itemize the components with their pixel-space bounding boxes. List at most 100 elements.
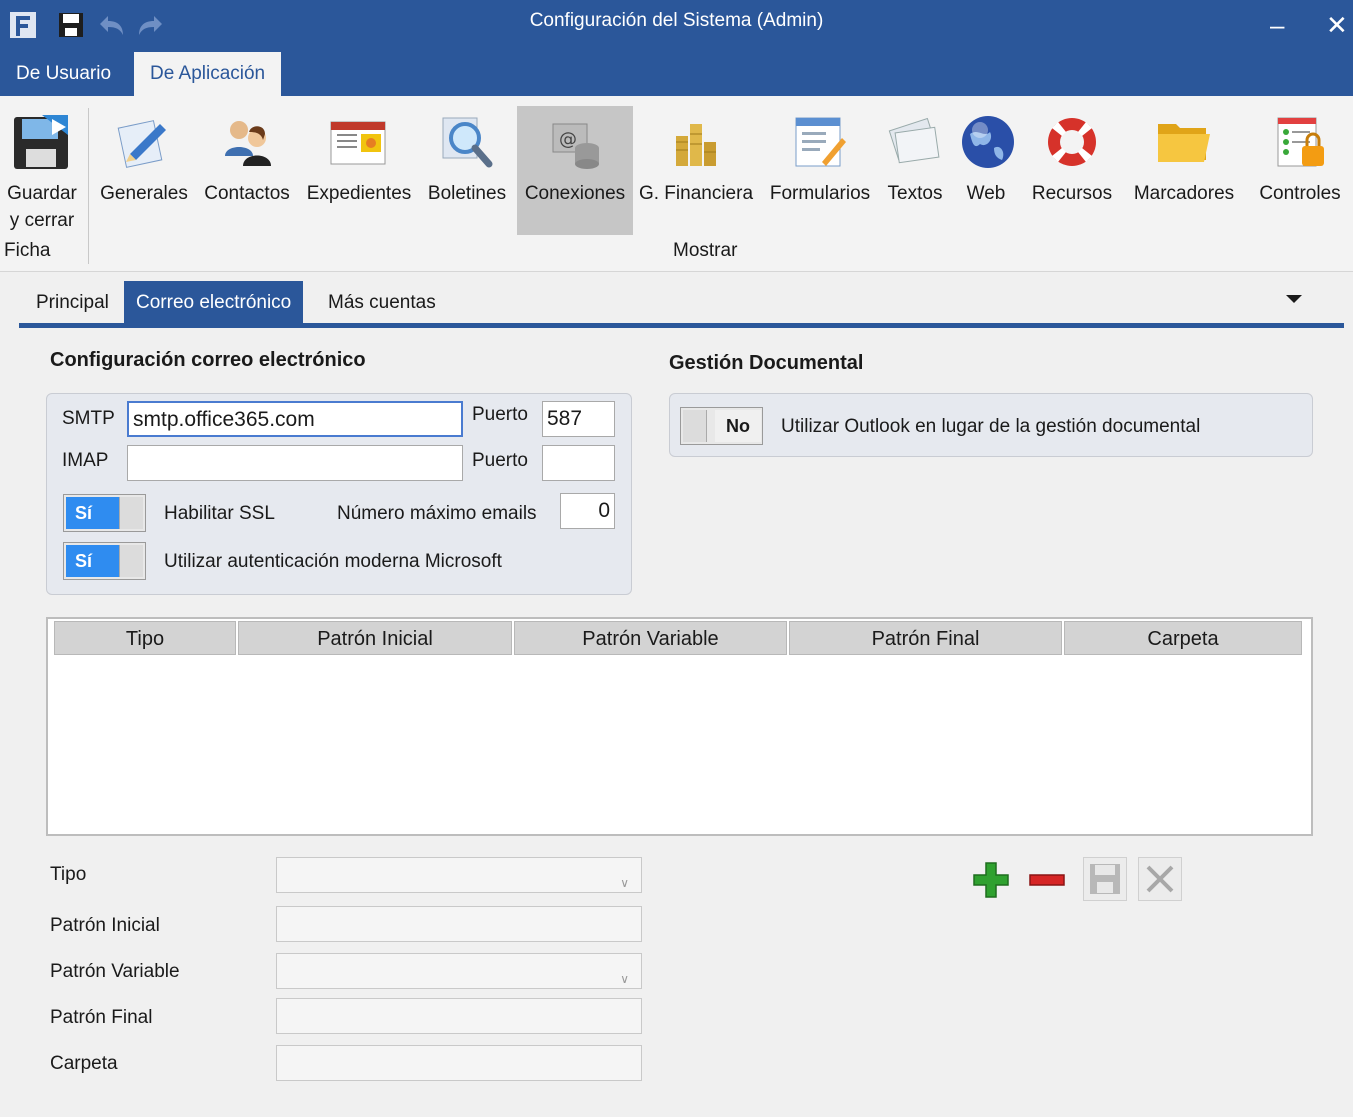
checklist-lock-icon xyxy=(1270,112,1330,172)
group-label-mostrar: Mostrar xyxy=(673,240,738,261)
ribbon-button-web[interactable]: Web xyxy=(958,106,1014,234)
imap-input[interactable] xyxy=(127,445,463,481)
smtp-label: SMTP xyxy=(62,408,115,429)
ribbon-button-contactos[interactable]: Contactos xyxy=(198,106,296,234)
patron-final-label: Patrón Final xyxy=(50,1007,153,1028)
ribbon-label-generales: Generales xyxy=(100,183,188,204)
ribbon-label-textos: Textos xyxy=(887,183,943,204)
ribbon-label-conexiones: Conexiones xyxy=(524,183,626,204)
magnifier-icon xyxy=(437,112,497,172)
patron-inicial-input[interactable] xyxy=(276,906,642,942)
close-button[interactable]: ✕ xyxy=(1326,10,1348,41)
window-title: Configuración del Sistema (Admin) xyxy=(529,10,824,31)
ssl-toggle-value: Sí xyxy=(66,497,120,529)
column-header-carpeta[interactable]: Carpeta xyxy=(1064,621,1302,655)
tab-principal[interactable]: Principal xyxy=(24,281,121,323)
imap-label: IMAP xyxy=(62,450,109,471)
mail-database-icon: @ xyxy=(545,112,605,172)
outlook-label: Utilizar Outlook en lugar de la gestión … xyxy=(781,416,1201,437)
patron-final-input[interactable] xyxy=(276,998,642,1034)
save-close-label-1: Guardar xyxy=(7,183,77,204)
minimize-button[interactable]: – xyxy=(1270,10,1284,41)
ribbon-separator xyxy=(88,108,89,264)
ribbon-button-controles[interactable]: Controles xyxy=(1253,106,1347,234)
tipo-label: Tipo xyxy=(50,864,87,885)
tabs-dropdown-icon[interactable] xyxy=(1286,295,1302,303)
outlook-toggle[interactable]: No xyxy=(680,407,763,445)
plus-icon xyxy=(973,862,1009,898)
document-icon xyxy=(329,112,389,172)
docs-panel: No Utilizar Outlook en lugar de la gesti… xyxy=(669,393,1313,457)
smtp-input[interactable]: smtp.office365.com xyxy=(127,401,463,437)
modern-auth-toggle-value: Sí xyxy=(66,545,120,577)
chevron-down-icon: ∨ xyxy=(620,972,629,986)
ribbon-button-formularios[interactable]: Formularios xyxy=(764,106,876,234)
imap-port-label: Puerto xyxy=(472,450,528,471)
page-tabs: Principal Correo electrónico Más cuentas xyxy=(19,281,1344,328)
column-header-patron-variable[interactable]: Patrón Variable xyxy=(514,621,787,655)
add-button[interactable] xyxy=(969,858,1013,902)
folder-icon xyxy=(1154,112,1214,172)
ribbon-button-marcadores[interactable]: Marcadores xyxy=(1128,106,1240,234)
max-emails-input[interactable]: 0 xyxy=(560,493,615,529)
modern-auth-toggle[interactable]: Sí xyxy=(63,542,146,580)
title-bar: Configuración del Sistema (Admin) – ✕ xyxy=(0,0,1353,52)
patron-inicial-label: Patrón Inicial xyxy=(50,915,160,936)
ribbon-label-web: Web xyxy=(966,183,1006,204)
ssl-toggle-knob xyxy=(119,497,143,529)
ribbon-label-recursos: Recursos xyxy=(1031,183,1113,204)
modern-auth-toggle-knob xyxy=(119,545,143,577)
ribbon-button-g-financiera[interactable]: G. Financiera xyxy=(636,106,756,234)
form-edit-icon xyxy=(790,112,850,172)
column-header-tipo[interactable]: Tipo xyxy=(54,621,236,655)
ribbon-label-expedientes: Expedientes xyxy=(306,183,412,204)
tab-de-aplicacion[interactable]: De Aplicación xyxy=(134,52,282,96)
tipo-select[interactable]: ∨ xyxy=(276,857,642,893)
chevron-down-icon: ∨ xyxy=(620,876,629,890)
smtp-port-label: Puerto xyxy=(472,404,528,425)
ribbon-button-textos[interactable]: Textos xyxy=(882,106,948,234)
outlook-toggle-knob xyxy=(683,410,707,442)
pencil-sheet-icon xyxy=(114,112,174,172)
content-area: Configuración correo electrónico Gestión… xyxy=(19,328,1344,1117)
ribbon-button-boletines[interactable]: Boletines xyxy=(422,106,512,234)
tab-de-usuario[interactable]: De Usuario xyxy=(0,52,127,96)
outlook-toggle-value: No xyxy=(715,410,761,442)
email-panel: SMTP smtp.office365.com Puerto 587 IMAP … xyxy=(46,393,632,595)
save-close-label-2: y cerrar xyxy=(9,210,75,231)
close-icon xyxy=(1146,865,1174,893)
ribbon-label-formularios: Formularios xyxy=(769,183,871,204)
ssl-label: Habilitar SSL xyxy=(164,503,275,524)
floppy-disk-icon xyxy=(12,112,72,172)
carpeta-input[interactable] xyxy=(276,1045,642,1081)
tab-correo-electronico[interactable]: Correo electrónico xyxy=(124,281,304,323)
lifebuoy-icon xyxy=(1042,112,1102,172)
save-row-button[interactable] xyxy=(1083,857,1127,901)
ribbon-button-conexiones[interactable]: @ Conexiones xyxy=(517,106,633,235)
ribbon-button-generales[interactable]: Generales xyxy=(96,106,192,234)
column-header-patron-final[interactable]: Patrón Final xyxy=(789,621,1062,655)
carpeta-label: Carpeta xyxy=(50,1053,118,1074)
ribbon-label-g-financiera: G. Financiera xyxy=(638,183,754,204)
ribbon-label-boletines: Boletines xyxy=(427,183,507,204)
ssl-toggle[interactable]: Sí xyxy=(63,494,146,532)
cancel-button[interactable] xyxy=(1138,857,1182,901)
remove-button[interactable] xyxy=(1025,858,1069,902)
contacts-people-icon xyxy=(217,112,277,172)
email-section-title: Configuración correo electrónico xyxy=(50,349,366,371)
column-header-patron-inicial[interactable]: Patrón Inicial xyxy=(238,621,512,655)
floppy-disk-icon xyxy=(1090,864,1120,894)
save-close-button[interactable]: Guardar y cerrar xyxy=(2,106,82,234)
patron-variable-select[interactable]: ∨ xyxy=(276,953,642,989)
tab-mas-cuentas[interactable]: Más cuentas xyxy=(316,281,448,323)
smtp-port-input[interactable]: 587 xyxy=(542,401,615,437)
patterns-table[interactable]: Tipo Patrón Inicial Patrón Variable Patr… xyxy=(46,617,1313,836)
ribbon-button-expedientes[interactable]: Expedientes xyxy=(302,106,416,234)
svg-text:@: @ xyxy=(559,129,577,150)
imap-port-input[interactable] xyxy=(542,445,615,481)
ribbon-button-recursos[interactable]: Recursos xyxy=(1027,106,1117,234)
coins-icon xyxy=(666,112,726,172)
max-emails-label: Número máximo emails xyxy=(337,503,537,524)
patron-variable-label: Patrón Variable xyxy=(50,961,180,982)
ribbon-tabs: De Usuario De Aplicación xyxy=(0,52,1353,96)
